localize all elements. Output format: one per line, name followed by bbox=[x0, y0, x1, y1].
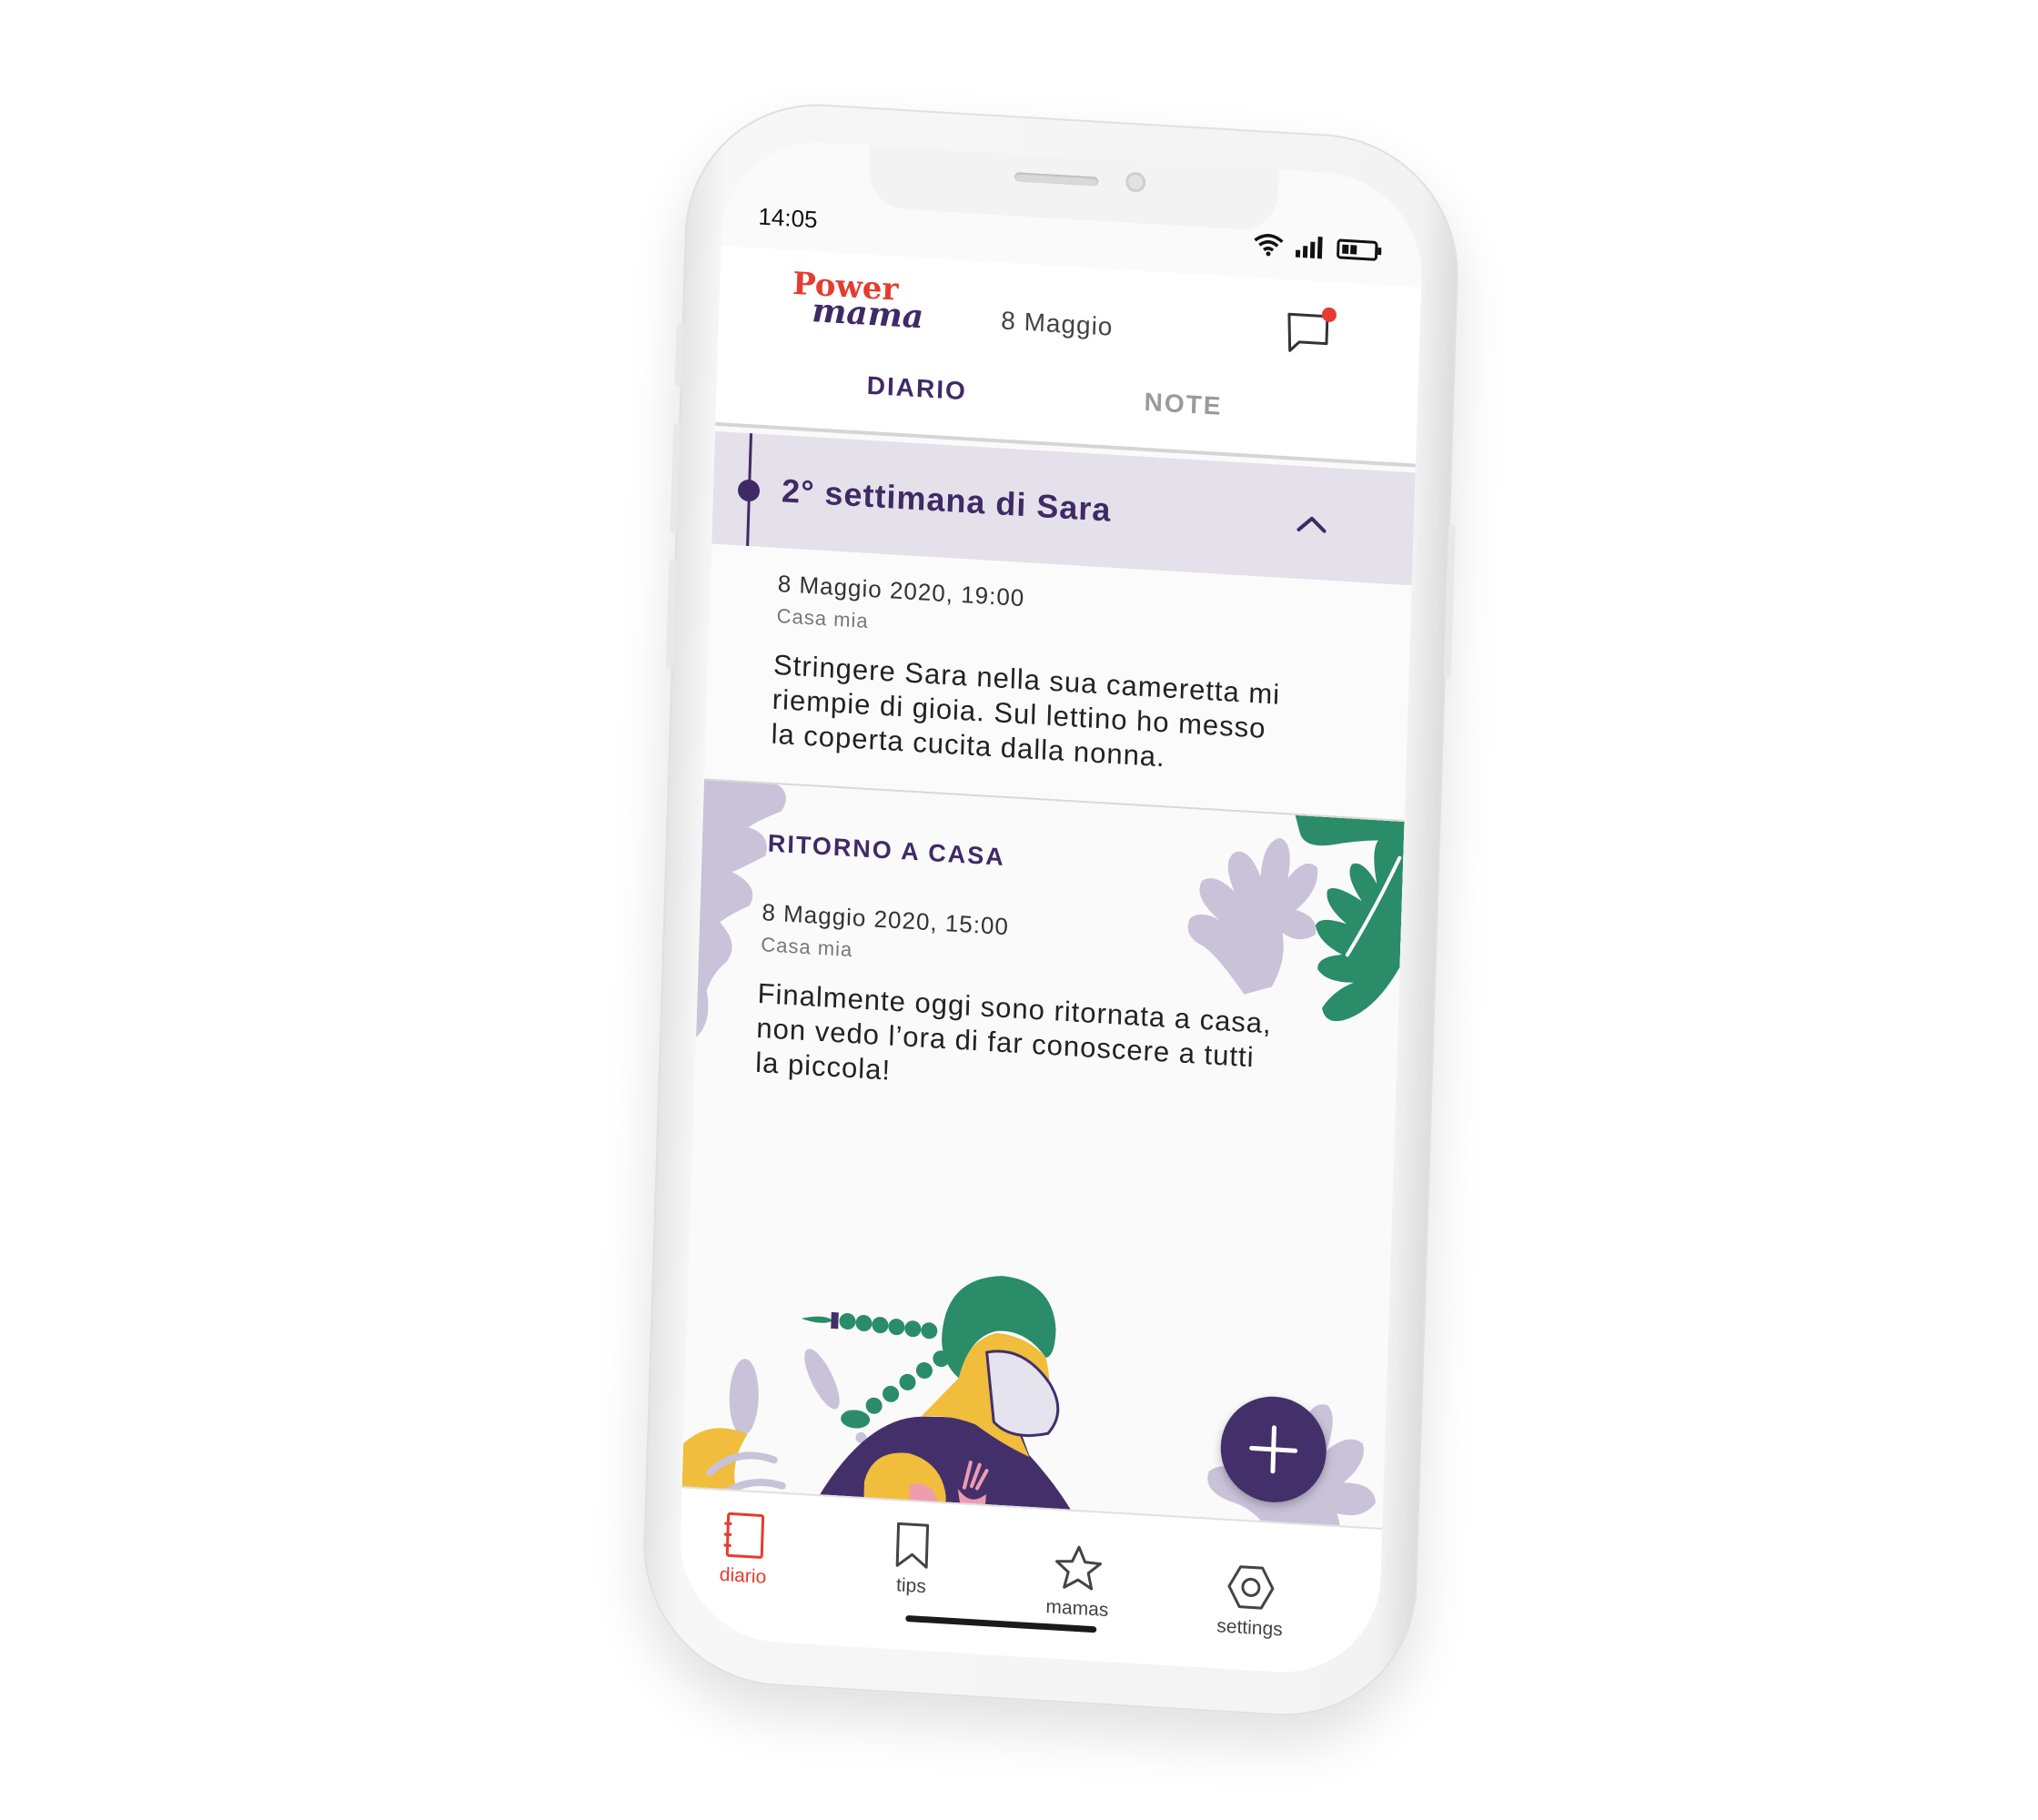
nav-label: mamas bbox=[1045, 1596, 1109, 1622]
nav-settings[interactable]: settings bbox=[1195, 1561, 1307, 1643]
notification-dot bbox=[1321, 307, 1337, 322]
battery-icon bbox=[1337, 238, 1382, 261]
signal-icon bbox=[1295, 237, 1323, 259]
front-camera bbox=[1125, 171, 1146, 193]
stage: 14:05 Power mama 8 Maggio DIARIO NOTE 2°… bbox=[0, 0, 2038, 1820]
diary-entry[interactable]: 8 Maggio 2020, 19:00 Casa mia Stringere … bbox=[703, 543, 1412, 823]
bookmark-icon bbox=[895, 1522, 930, 1569]
tab-note[interactable]: NOTE bbox=[1144, 388, 1223, 421]
nav-diario[interactable]: diario bbox=[688, 1509, 800, 1591]
status-icons bbox=[1253, 232, 1383, 263]
logo-mama-text: mama bbox=[811, 290, 924, 336]
leaf-decoration-right bbox=[1187, 814, 1405, 1022]
hexagon-gear-icon bbox=[1227, 1565, 1275, 1610]
phone-mockup: 14:05 Power mama 8 Maggio DIARIO NOTE 2°… bbox=[639, 96, 1463, 1724]
chat-bubble-icon bbox=[1287, 307, 1337, 352]
tab-diario[interactable]: DIARIO bbox=[866, 371, 967, 406]
star-icon bbox=[1055, 1545, 1103, 1591]
speaker-grill bbox=[1014, 172, 1099, 187]
chevron-up-icon[interactable] bbox=[1295, 513, 1328, 535]
nav-label: tips bbox=[895, 1574, 927, 1598]
messages-button[interactable] bbox=[1282, 305, 1338, 362]
nav-mamas[interactable]: mamas bbox=[1023, 1542, 1135, 1623]
entry-place: Casa mia bbox=[776, 603, 870, 632]
app-screen: 14:05 Power mama 8 Maggio DIARIO NOTE 2°… bbox=[677, 136, 1425, 1678]
week-title: 2° settimana di Sara bbox=[781, 471, 1113, 529]
wifi-icon bbox=[1254, 234, 1284, 257]
plus-icon bbox=[1249, 1425, 1298, 1474]
entry-text: Stringere Sara nella sua cameretta mi ri… bbox=[771, 648, 1319, 784]
status-time: 14:05 bbox=[758, 202, 819, 234]
nav-label: settings bbox=[1216, 1615, 1284, 1641]
notebook-icon bbox=[723, 1512, 765, 1559]
nav-tips[interactable]: tips bbox=[856, 1519, 968, 1601]
nav-label: diario bbox=[719, 1563, 767, 1588]
timeline-dot bbox=[737, 479, 761, 502]
header-date: 8 Maggio bbox=[1000, 306, 1114, 341]
powermama-logo[interactable]: Power mama bbox=[792, 266, 924, 336]
